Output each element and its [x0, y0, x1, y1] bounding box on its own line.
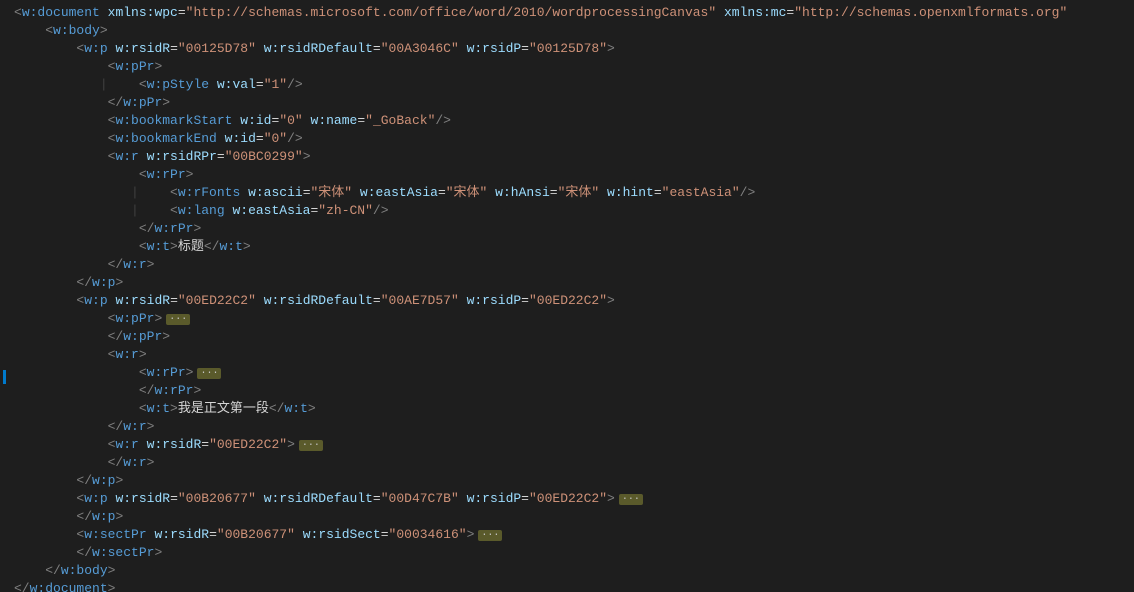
code-editor[interactable]: <w:document xmlns:wpc="http://schemas.mi… [0, 0, 1134, 592]
code-line[interactable]: </w:pPr> [14, 328, 1134, 346]
code-line[interactable]: | <w:pStyle w:val="1"/> [14, 76, 1134, 94]
change-marker [3, 370, 6, 384]
fold-badge-icon[interactable]: ··· [166, 314, 190, 325]
code-line[interactable]: </w:p> [14, 472, 1134, 490]
fold-badge-icon[interactable]: ··· [299, 440, 323, 451]
code-line[interactable]: </w:p> [14, 274, 1134, 292]
code-line[interactable]: | <w:rFonts w:ascii="宋体" w:eastAsia="宋体"… [14, 184, 1134, 202]
code-line[interactable]: <w:p w:rsidR="00B20677" w:rsidRDefault="… [14, 490, 1134, 508]
code-line[interactable]: <w:document xmlns:wpc="http://schemas.mi… [14, 4, 1134, 22]
fold-badge-icon[interactable]: ··· [197, 368, 221, 379]
code-line[interactable]: <w:t>我是正文第一段</w:t> [14, 400, 1134, 418]
code-line[interactable]: </w:document> [14, 580, 1134, 592]
code-line[interactable]: </w:p> [14, 508, 1134, 526]
code-line[interactable]: <w:bookmarkStart w:id="0" w:name="_GoBac… [14, 112, 1134, 130]
code-line[interactable]: <w:bookmarkEnd w:id="0"/> [14, 130, 1134, 148]
code-line[interactable]: <w:body> [14, 22, 1134, 40]
code-line[interactable]: <w:sectPr w:rsidR="00B20677" w:rsidSect=… [14, 526, 1134, 544]
code-line[interactable]: </w:rPr> [14, 382, 1134, 400]
code-line[interactable]: <w:pPr> [14, 58, 1134, 76]
code-line[interactable]: </w:pPr> [14, 94, 1134, 112]
code-line[interactable]: </w:rPr> [14, 220, 1134, 238]
code-line[interactable]: <w:rPr>··· [14, 364, 1134, 382]
fold-badge-icon[interactable]: ··· [478, 530, 502, 541]
code-line[interactable]: </w:r> [14, 256, 1134, 274]
code-line[interactable]: </w:body> [14, 562, 1134, 580]
gutter [0, 0, 14, 592]
code-line[interactable]: <w:r> [14, 346, 1134, 364]
code-line[interactable]: <w:p w:rsidR="00ED22C2" w:rsidRDefault="… [14, 292, 1134, 310]
code-line[interactable]: </w:sectPr> [14, 544, 1134, 562]
code-line[interactable]: <w:pPr>··· [14, 310, 1134, 328]
code-line[interactable]: <w:r w:rsidR="00ED22C2">··· [14, 436, 1134, 454]
code-line[interactable]: <w:p w:rsidR="00125D78" w:rsidRDefault="… [14, 40, 1134, 58]
code-line[interactable]: | <w:lang w:eastAsia="zh-CN"/> [14, 202, 1134, 220]
code-line[interactable]: <w:t>标题</w:t> [14, 238, 1134, 256]
code-line[interactable]: <w:rPr> [14, 166, 1134, 184]
fold-badge-icon[interactable]: ··· [619, 494, 643, 505]
code-line[interactable]: </w:r> [14, 454, 1134, 472]
code-line[interactable]: <w:r w:rsidRPr="00BC0299"> [14, 148, 1134, 166]
code-line[interactable]: </w:r> [14, 418, 1134, 436]
